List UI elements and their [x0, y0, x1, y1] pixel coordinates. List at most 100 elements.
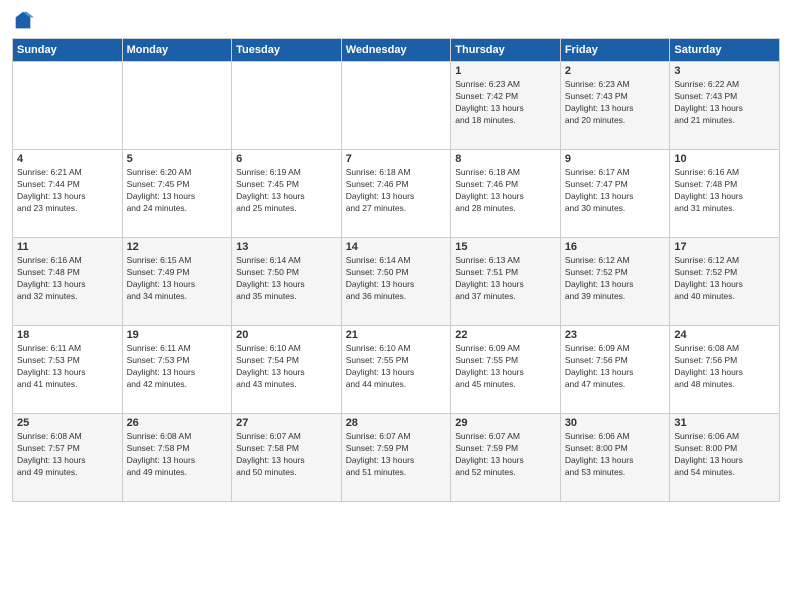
day-number: 9 — [565, 153, 666, 165]
day-number: 18 — [17, 329, 118, 341]
calendar-table: SundayMondayTuesdayWednesdayThursdayFrid… — [12, 38, 780, 502]
day-number: 14 — [346, 241, 447, 253]
day-info: Sunrise: 6:08 AM Sunset: 7:58 PM Dayligh… — [127, 431, 228, 479]
calendar-cell: 21 Sunrise: 6:10 AM Sunset: 7:55 PM Dayli… — [341, 326, 451, 414]
weekday-row: SundayMondayTuesdayWednesdayThursdayFrid… — [13, 39, 780, 62]
calendar-week-row: 1Sunrise: 6:23 AM Sunset: 7:42 PM Daylig… — [13, 62, 780, 150]
day-number: 13 — [236, 241, 337, 253]
calendar-cell: 23 Sunrise: 6:09 AM Sunset: 7:56 PM Dayli… — [560, 326, 670, 414]
day-info: Sunrise: 6:16 AM Sunset: 7:48 PM Dayligh… — [17, 255, 118, 303]
day-number: 4 — [17, 153, 118, 165]
calendar-cell: 8 Sunrise: 6:18 AM Sunset: 7:46 PM Daylig… — [451, 150, 561, 238]
calendar-cell: 29 Sunrise: 6:07 AM Sunset: 7:59 PM Dayli… — [451, 414, 561, 502]
header — [12, 10, 780, 32]
day-number: 2 — [565, 65, 666, 77]
calendar-week-row: 25 Sunrise: 6:08 AM Sunset: 7:57 PM Dayli… — [13, 414, 780, 502]
calendar-cell: 27Sunrise: 6:07 AM Sunset: 7:58 PM Dayli… — [232, 414, 342, 502]
weekday-header: Sunday — [13, 39, 123, 62]
weekday-header: Monday — [122, 39, 232, 62]
calendar-cell: 14 Sunrise: 6:14 AM Sunset: 7:50 PM Dayli… — [341, 238, 451, 326]
calendar-week-row: 18 Sunrise: 6:11 AM Sunset: 7:53 PM Dayli… — [13, 326, 780, 414]
calendar-cell: 10 Sunrise: 6:16 AM Sunset: 7:48 PM Dayli… — [670, 150, 780, 238]
day-info: Sunrise: 6:07 AM Sunset: 7:59 PM Dayligh… — [346, 431, 447, 479]
day-info: Sunrise: 6:14 AM Sunset: 7:50 PM Dayligh… — [236, 255, 337, 303]
day-info: Sunrise: 6:08 AM Sunset: 7:56 PM Dayligh… — [674, 343, 775, 391]
day-number: 10 — [674, 153, 775, 165]
calendar-cell: 17 Sunrise: 6:12 AM Sunset: 7:52 PM Dayli… — [670, 238, 780, 326]
day-info: Sunrise: 6:13 AM Sunset: 7:51 PM Dayligh… — [455, 255, 556, 303]
calendar-cell: 9 Sunrise: 6:17 AM Sunset: 7:47 PM Daylig… — [560, 150, 670, 238]
day-info: Sunrise: 6:12 AM Sunset: 7:52 PM Dayligh… — [674, 255, 775, 303]
calendar-cell: 20 Sunrise: 6:10 AM Sunset: 7:54 PM Dayli… — [232, 326, 342, 414]
day-number: 5 — [127, 153, 228, 165]
calendar-cell: 3 Sunrise: 6:22 AM Sunset: 7:43 PM Daylig… — [670, 62, 780, 150]
calendar-cell: 31Sunrise: 6:06 AM Sunset: 8:00 PM Dayli… — [670, 414, 780, 502]
logo-icon — [12, 10, 34, 32]
day-number: 17 — [674, 241, 775, 253]
day-number: 31 — [674, 417, 775, 429]
day-number: 7 — [346, 153, 447, 165]
calendar-cell: 16 Sunrise: 6:12 AM Sunset: 7:52 PM Dayli… — [560, 238, 670, 326]
day-number: 29 — [455, 417, 556, 429]
day-info: Sunrise: 6:09 AM Sunset: 7:55 PM Dayligh… — [455, 343, 556, 391]
weekday-header: Friday — [560, 39, 670, 62]
day-info: Sunrise: 6:07 AM Sunset: 7:59 PM Dayligh… — [455, 431, 556, 479]
calendar-cell: 28 Sunrise: 6:07 AM Sunset: 7:59 PM Dayli… — [341, 414, 451, 502]
day-number: 19 — [127, 329, 228, 341]
calendar-cell: 2 Sunrise: 6:23 AM Sunset: 7:43 PM Daylig… — [560, 62, 670, 150]
weekday-header: Saturday — [670, 39, 780, 62]
day-info: Sunrise: 6:21 AM Sunset: 7:44 PM Dayligh… — [17, 167, 118, 215]
day-number: 8 — [455, 153, 556, 165]
day-info: Sunrise: 6:06 AM Sunset: 8:00 PM Dayligh… — [565, 431, 666, 479]
day-number: 25 — [17, 417, 118, 429]
day-info: Sunrise: 6:07 AM Sunset: 7:58 PM Dayligh… — [236, 431, 337, 479]
calendar-cell: 25 Sunrise: 6:08 AM Sunset: 7:57 PM Dayli… — [13, 414, 123, 502]
calendar-cell: 1Sunrise: 6:23 AM Sunset: 7:42 PM Daylig… — [451, 62, 561, 150]
calendar-cell: 30Sunrise: 6:06 AM Sunset: 8:00 PM Dayli… — [560, 414, 670, 502]
day-info: Sunrise: 6:22 AM Sunset: 7:43 PM Dayligh… — [674, 79, 775, 127]
day-number: 3 — [674, 65, 775, 77]
calendar-week-row: 4 Sunrise: 6:21 AM Sunset: 7:44 PM Daylig… — [13, 150, 780, 238]
day-number: 26 — [127, 417, 228, 429]
calendar-cell — [13, 62, 123, 150]
day-info: Sunrise: 6:18 AM Sunset: 7:46 PM Dayligh… — [455, 167, 556, 215]
calendar-cell: 6 Sunrise: 6:19 AM Sunset: 7:45 PM Daylig… — [232, 150, 342, 238]
day-info: Sunrise: 6:10 AM Sunset: 7:54 PM Dayligh… — [236, 343, 337, 391]
day-number: 20 — [236, 329, 337, 341]
day-number: 23 — [565, 329, 666, 341]
day-number: 11 — [17, 241, 118, 253]
day-number: 24 — [674, 329, 775, 341]
day-info: Sunrise: 6:14 AM Sunset: 7:50 PM Dayligh… — [346, 255, 447, 303]
day-info: Sunrise: 6:17 AM Sunset: 7:47 PM Dayligh… — [565, 167, 666, 215]
day-info: Sunrise: 6:16 AM Sunset: 7:48 PM Dayligh… — [674, 167, 775, 215]
day-number: 12 — [127, 241, 228, 253]
calendar-cell — [122, 62, 232, 150]
day-info: Sunrise: 6:19 AM Sunset: 7:45 PM Dayligh… — [236, 167, 337, 215]
day-number: 21 — [346, 329, 447, 341]
calendar-cell: 5 Sunrise: 6:20 AM Sunset: 7:45 PM Daylig… — [122, 150, 232, 238]
logo — [12, 10, 38, 32]
day-info: Sunrise: 6:09 AM Sunset: 7:56 PM Dayligh… — [565, 343, 666, 391]
day-number: 6 — [236, 153, 337, 165]
calendar-cell: 24 Sunrise: 6:08 AM Sunset: 7:56 PM Dayli… — [670, 326, 780, 414]
day-number: 16 — [565, 241, 666, 253]
day-info: Sunrise: 6:23 AM Sunset: 7:43 PM Dayligh… — [565, 79, 666, 127]
day-number: 28 — [346, 417, 447, 429]
calendar-cell: 4 Sunrise: 6:21 AM Sunset: 7:44 PM Daylig… — [13, 150, 123, 238]
day-info: Sunrise: 6:11 AM Sunset: 7:53 PM Dayligh… — [17, 343, 118, 391]
calendar-cell: 11 Sunrise: 6:16 AM Sunset: 7:48 PM Dayli… — [13, 238, 123, 326]
calendar-week-row: 11 Sunrise: 6:16 AM Sunset: 7:48 PM Dayli… — [13, 238, 780, 326]
day-info: Sunrise: 6:11 AM Sunset: 7:53 PM Dayligh… — [127, 343, 228, 391]
day-info: Sunrise: 6:12 AM Sunset: 7:52 PM Dayligh… — [565, 255, 666, 303]
day-info: Sunrise: 6:20 AM Sunset: 7:45 PM Dayligh… — [127, 167, 228, 215]
calendar-cell: 13 Sunrise: 6:14 AM Sunset: 7:50 PM Dayli… — [232, 238, 342, 326]
day-info: Sunrise: 6:15 AM Sunset: 7:49 PM Dayligh… — [127, 255, 228, 303]
day-number: 15 — [455, 241, 556, 253]
calendar-cell: 18 Sunrise: 6:11 AM Sunset: 7:53 PM Dayli… — [13, 326, 123, 414]
day-info: Sunrise: 6:10 AM Sunset: 7:55 PM Dayligh… — [346, 343, 447, 391]
weekday-header: Tuesday — [232, 39, 342, 62]
day-info: Sunrise: 6:08 AM Sunset: 7:57 PM Dayligh… — [17, 431, 118, 479]
calendar-cell: 22Sunrise: 6:09 AM Sunset: 7:55 PM Dayli… — [451, 326, 561, 414]
calendar-cell — [232, 62, 342, 150]
day-info: Sunrise: 6:18 AM Sunset: 7:46 PM Dayligh… — [346, 167, 447, 215]
